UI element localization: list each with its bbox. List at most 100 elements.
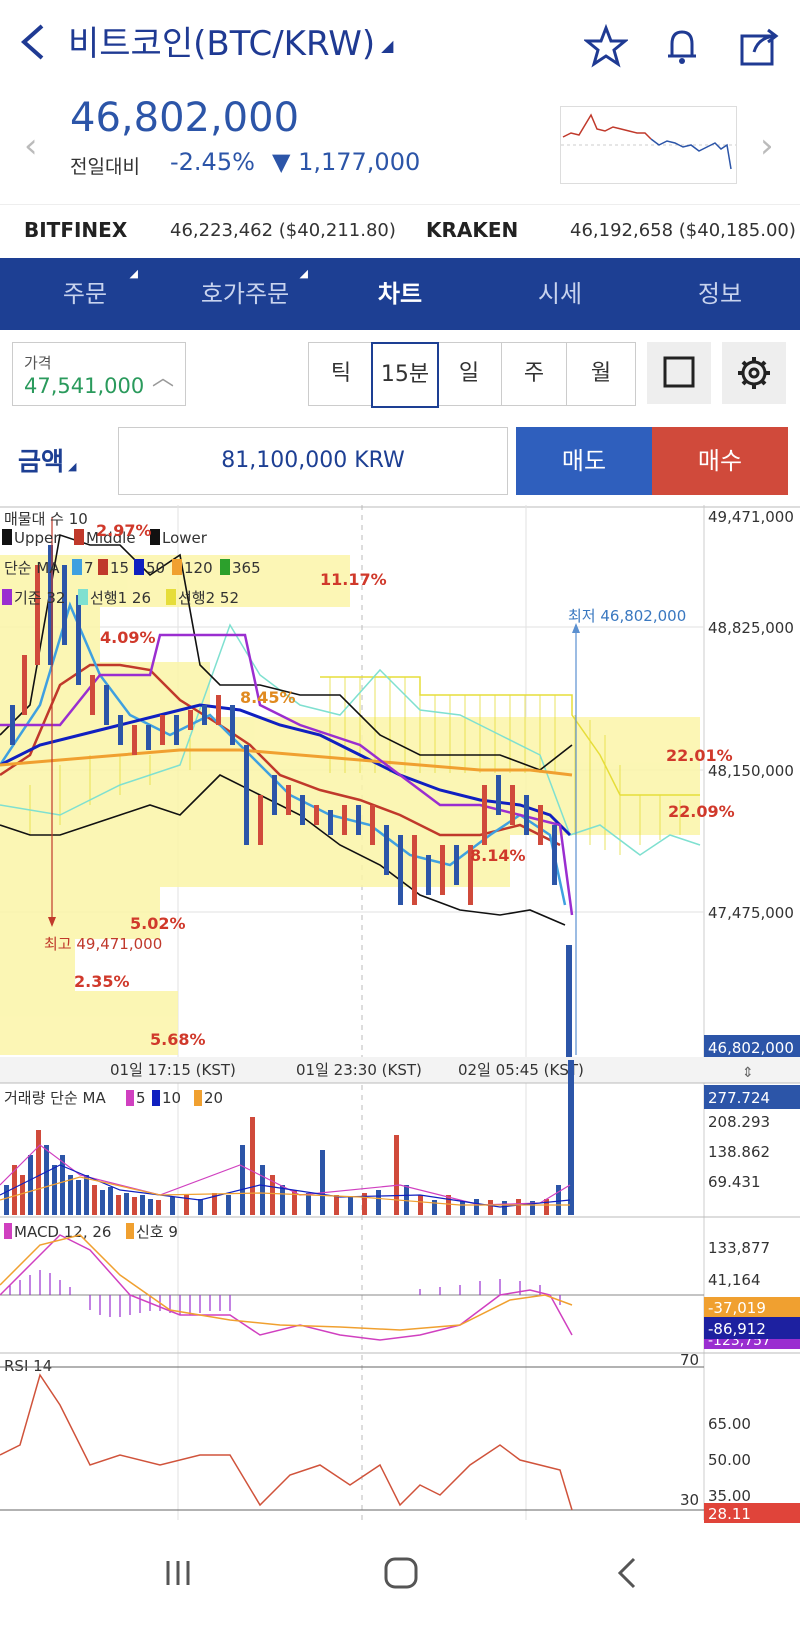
- submenu-indicator-icon: ◢: [299, 267, 308, 280]
- rsi-axis-label: 65.00: [708, 1415, 751, 1433]
- home-icon[interactable]: [384, 1557, 418, 1589]
- rsi-axis-label: 35.00: [708, 1487, 751, 1505]
- vp-percent: 2.35%: [74, 972, 130, 991]
- interval-15min-button[interactable]: 15분: [371, 342, 439, 408]
- volume-current: 277.724: [708, 1089, 770, 1107]
- macd-axis-label: 133,877: [708, 1239, 770, 1257]
- caret-down-icon: ◢: [381, 35, 394, 55]
- time-axis-label: 01일 23:30 (KST): [296, 1061, 422, 1079]
- interval-week-button[interactable]: 주: [501, 342, 567, 406]
- volume-ma-10: 10: [162, 1089, 181, 1107]
- change-percent: -2.45%: [170, 148, 255, 176]
- ich-lead1-legend: 선행1 26: [90, 589, 151, 607]
- rsi-upper-band: 70: [680, 1351, 699, 1369]
- fullscreen-button[interactable]: [647, 342, 711, 404]
- amount-label[interactable]: 금액 ◢: [18, 442, 76, 478]
- system-nav-bar: [0, 1525, 800, 1622]
- vp-percent: 8.14%: [470, 846, 526, 865]
- price-label: 가격: [24, 354, 52, 372]
- tab-info[interactable]: 정보: [670, 258, 770, 330]
- macd-value: -86,912: [708, 1320, 766, 1338]
- buy-button[interactable]: 매수: [652, 427, 788, 495]
- ich-base-legend: 기준 32: [14, 589, 65, 607]
- candlestick-chart[interactable]: 매물대 수 10 Upper Middle Lower 단순 MA 7 15 5…: [0, 505, 800, 1525]
- tab-label: 시세: [537, 280, 583, 308]
- rsi-lower-band: 30: [680, 1491, 699, 1509]
- exchange-value: 46,223,462 ($40,211.80): [170, 220, 396, 241]
- next-coin-arrow[interactable]: ›: [760, 126, 774, 166]
- vp-percent: 5.68%: [150, 1030, 206, 1049]
- tab-label: 정보: [697, 280, 743, 308]
- ma-legend: 단순 MA: [4, 559, 60, 577]
- chevron-up-icon[interactable]: ︿: [152, 360, 174, 392]
- volume-axis-label: 69.431: [708, 1173, 761, 1191]
- rsi-legend: RSI 14: [4, 1357, 52, 1375]
- square-icon: [663, 356, 695, 388]
- macd-signal-legend: 신호 9: [136, 1223, 178, 1241]
- amount-label-text: 금액: [18, 447, 65, 476]
- price-axis-label: 48,150,000: [708, 762, 794, 780]
- chart-canvas[interactable]: 매물대 수 10 Upper Middle Lower 단순 MA 7 15 5…: [0, 505, 800, 1525]
- recent-apps-icon[interactable]: [166, 1561, 190, 1585]
- vp-legend: 매물대 수 10: [4, 510, 88, 528]
- page-title[interactable]: 비트코인(BTC/KRW) ◢: [68, 22, 393, 68]
- amount-input[interactable]: 81,100,000 KRW: [118, 427, 508, 495]
- change-amount: ▼ 1,177,000: [272, 148, 421, 176]
- macd-legend: MACD 12, 26: [14, 1223, 111, 1241]
- tab-order[interactable]: 주문 ◢: [30, 258, 140, 330]
- interval-tick-button[interactable]: 틱: [308, 342, 374, 406]
- interval-month-button[interactable]: 월: [566, 342, 636, 406]
- ma-120-legend: 120: [184, 559, 213, 577]
- vp-percent: 11.17%: [320, 570, 387, 589]
- change-label: 전일대비: [70, 156, 140, 178]
- vp-percent: 22.09%: [668, 802, 735, 821]
- high-price-label: 최고 49,471,000: [44, 935, 162, 953]
- volume-axis-label: 208.293: [708, 1113, 770, 1131]
- back-arrow-icon[interactable]: [18, 22, 48, 69]
- vp-percent: 4.09%: [100, 628, 156, 647]
- rsi-current: 28.11: [708, 1505, 751, 1523]
- bell-icon[interactable]: [660, 24, 704, 68]
- interval-day-button[interactable]: 일: [436, 342, 502, 406]
- current-price: 46,802,000: [70, 95, 300, 141]
- mini-chart[interactable]: [560, 106, 737, 184]
- exchange-name: KRAKEN: [426, 218, 519, 242]
- submenu-indicator-icon: ◢: [129, 267, 138, 280]
- chart-settings-button[interactable]: [722, 342, 786, 404]
- tab-market[interactable]: 시세: [510, 258, 610, 330]
- share-icon[interactable]: [738, 24, 782, 68]
- ma-365-legend: 365: [232, 559, 261, 577]
- system-back-icon[interactable]: [617, 1557, 636, 1589]
- exchange-value: 46,192,658 ($40,185.00): [570, 220, 796, 241]
- star-icon[interactable]: [582, 23, 630, 68]
- price-axis-label: 47,475,000: [708, 904, 794, 922]
- tab-label: 호가주문: [200, 280, 290, 308]
- vp-percent: 5.02%: [130, 914, 186, 933]
- tab-chart[interactable]: 차트: [350, 258, 450, 330]
- ich-lead2-legend: 선행2 52: [178, 589, 239, 607]
- price-axis-label: 48,825,000: [708, 619, 794, 637]
- ma-7-legend: 7: [84, 559, 94, 577]
- ma-50-legend: 50: [146, 559, 165, 577]
- volume-ma-5: 5: [136, 1089, 146, 1107]
- exchange-name: BITFINEX: [24, 218, 128, 242]
- time-axis-label: 01일 17:15 (KST): [110, 1061, 236, 1079]
- caret-icon: ◢: [68, 460, 77, 473]
- time-axis-label: 02일 05:45 (KST): [458, 1061, 584, 1079]
- volume-ma-20: 20: [204, 1089, 223, 1107]
- gear-icon: [738, 357, 770, 389]
- price-axis-label: 49,471,000: [708, 508, 794, 526]
- prev-coin-arrow[interactable]: ‹: [24, 126, 38, 166]
- low-price-label: 최저 46,802,000: [568, 607, 686, 625]
- volume-legend: 거래량 단순 MA: [4, 1089, 106, 1107]
- price-value: 47,541,000: [24, 374, 145, 398]
- vp-percent: 8.45%: [240, 688, 296, 707]
- macd-axis-label: 41,164: [708, 1271, 761, 1289]
- bb-lower-legend: Lower: [162, 529, 208, 547]
- sell-button[interactable]: 매도: [516, 427, 652, 495]
- macd-signal-value: -37,019: [708, 1299, 766, 1317]
- tab-orderbook[interactable]: 호가주문 ◢: [180, 258, 310, 330]
- tab-label: 주문: [62, 280, 108, 308]
- resize-handle-icon[interactable]: ⇕: [742, 1065, 754, 1081]
- tab-label: 차트: [377, 280, 423, 308]
